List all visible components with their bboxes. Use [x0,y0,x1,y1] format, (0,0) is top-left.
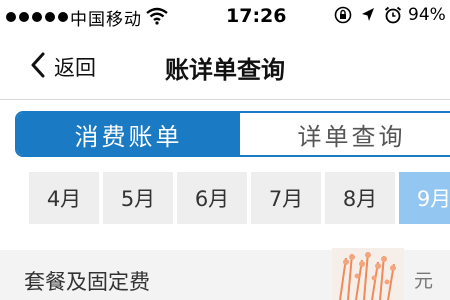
wifi-icon [146,7,168,30]
month-selector: 4月 5月 6月 7月 8月 9月 [29,172,450,224]
currency-unit: 元 [414,270,434,292]
carrier-name: 中国移动 [70,10,142,30]
tab-detail-query[interactable]: 详单查询 [240,113,450,155]
rotation-lock-icon [334,6,352,29]
alarm-icon [384,6,402,29]
month-tab-april[interactable]: 4月 [29,172,99,224]
month-tab-july[interactable]: 7月 [251,172,321,224]
month-tab-june[interactable]: 6月 [177,172,247,224]
decorative-image [332,248,404,300]
month-tab-may[interactable]: 5月 [103,172,173,224]
month-tab-september[interactable]: 9月 [399,172,450,224]
battery-percentage: 94% [408,5,446,25]
location-icon [361,7,375,28]
section-title: 套餐及固定费 [24,270,150,294]
navigation-bar: 返回 账详单查询 [0,34,450,100]
tab-consumption-bill[interactable]: 消费账单 [17,113,240,155]
signal-strength-icon [6,12,68,22]
page-title: 账详单查询 [165,56,285,84]
month-tab-august[interactable]: 8月 [325,172,395,224]
status-time: 17:26 [226,5,287,27]
bill-type-tabs: 消费账单 详单查询 [15,111,450,157]
status-bar: 中国移动 17:26 94% [0,0,450,34]
